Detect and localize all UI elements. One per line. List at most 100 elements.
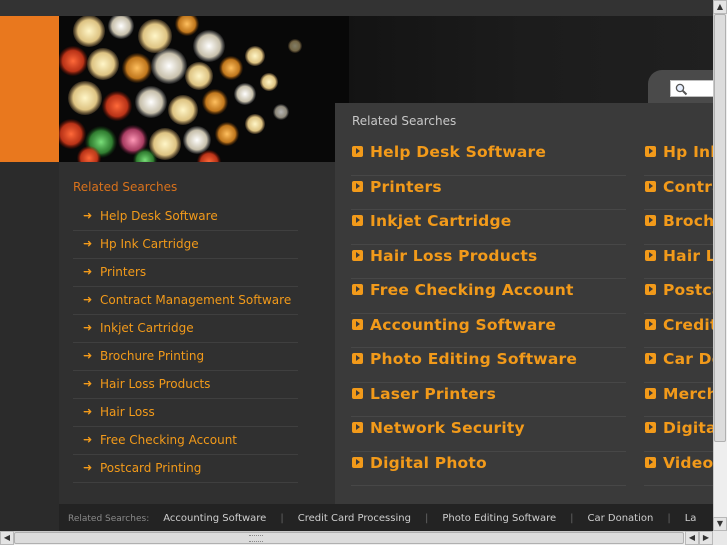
sidebar-item-label[interactable]: Inkjet Cartridge — [100, 321, 194, 335]
orange-square-arrow-icon — [352, 146, 363, 157]
orange-square-arrow-icon — [352, 387, 363, 399]
main-link[interactable]: Free Checking Account — [370, 279, 574, 301]
vertical-scroll-thumb[interactable] — [714, 14, 726, 442]
list-item[interactable]: Digital Photo — [351, 452, 626, 486]
sidebar-item[interactable]: ➜ Free Checking Account — [73, 427, 298, 455]
sidebar-item[interactable]: ➜ Help Desk Software — [73, 203, 298, 231]
list-item[interactable]: Printers — [351, 176, 626, 210]
footer-bar: Related Searches: Accounting Software | Cre… — [59, 504, 727, 532]
orange-square-arrow-icon — [645, 215, 656, 226]
orange-square-arrow-icon — [645, 387, 656, 399]
orange-square-arrow-icon — [352, 353, 363, 364]
arrow-right-icon: ➜ — [83, 349, 93, 362]
orange-square-arrow-icon — [352, 422, 363, 433]
main-link[interactable]: Photo Editing Software — [370, 348, 577, 370]
top-bar — [0, 0, 727, 16]
orange-square-arrow-icon — [352, 456, 363, 468]
horizontal-scroll-thumb[interactable] — [14, 532, 684, 544]
main-link[interactable]: Merch — [663, 383, 718, 405]
main-link[interactable]: Printers — [370, 176, 442, 198]
main-link[interactable]: Inkjet Cartridge — [370, 210, 512, 232]
list-item[interactable]: Accounting Software — [351, 314, 626, 348]
orange-square-arrow-icon — [645, 456, 656, 468]
main-link[interactable]: Accounting Software — [370, 314, 556, 336]
sidebar-item[interactable]: ➜ Hp Ink Cartridge — [73, 231, 298, 259]
arrow-right-icon: ➜ — [83, 433, 93, 446]
list-item[interactable]: Free Checking Account — [351, 279, 626, 314]
scroll-grip-icon — [249, 535, 263, 542]
main-link[interactable]: Laser Printers — [370, 383, 496, 405]
scroll-up-button[interactable]: ▲ — [713, 0, 727, 14]
main-links-column-1: Help Desk Software Printers Inkjet Cartr… — [351, 141, 626, 486]
arrow-right-icon: ➜ — [83, 461, 93, 474]
orange-square-arrow-icon — [645, 249, 656, 261]
orange-accent-block — [0, 16, 59, 162]
sidebar-item-label[interactable]: Hair Loss — [100, 405, 155, 419]
arrow-right-icon: ➜ — [83, 293, 93, 306]
main-link[interactable]: Hair Loss Products — [370, 245, 537, 267]
main-link[interactable]: Video — [663, 452, 713, 474]
footer-links: Related Searches: Accounting Software | Cre… — [68, 513, 696, 524]
scroll-right-button[interactable]: ▶ — [699, 531, 713, 545]
sidebar-item[interactable]: ➜ Inkjet Cartridge — [73, 315, 298, 343]
footer-separator: | — [570, 513, 574, 524]
orange-square-arrow-icon — [645, 146, 656, 157]
sidebar-item-label[interactable]: Help Desk Software — [100, 209, 218, 223]
sidebar-item-label[interactable]: Printers — [100, 265, 146, 279]
footer-link[interactable]: Credit Card Processing — [298, 513, 411, 524]
scrollbar-corner — [713, 531, 727, 545]
list-item[interactable]: Help Desk Software — [351, 141, 626, 176]
main-link[interactable]: Credit — [663, 314, 718, 336]
footer-link[interactable]: Photo Editing Software — [442, 513, 556, 524]
sidebar-list: ➜ Help Desk Software ➜ Hp Ink Cartridge ➜ P… — [73, 203, 298, 483]
sidebar-item[interactable]: ➜ Hair Loss Products — [73, 371, 298, 399]
list-item[interactable]: Laser Printers — [351, 383, 626, 417]
main-title: Related Searches — [352, 114, 457, 128]
sidebar-item-label[interactable]: Postcard Printing — [100, 461, 201, 475]
bokeh-lights-image — [59, 16, 349, 162]
main-link[interactable]: Digital Photo — [370, 452, 487, 474]
scroll-left-button[interactable]: ◀ — [0, 531, 14, 545]
sidebar-item[interactable]: ➜ Hair Loss — [73, 399, 298, 427]
sidebar-item-label[interactable]: Brochure Printing — [100, 349, 204, 363]
sidebar-item-label[interactable]: Contract Management Software — [100, 293, 291, 307]
arrow-right-icon: ➜ — [83, 377, 93, 390]
orange-square-arrow-icon — [645, 353, 656, 364]
sidebar-item[interactable]: ➜ Printers — [73, 259, 298, 287]
list-item[interactable]: Network Security — [351, 417, 626, 452]
sidebar-item[interactable]: ➜ Brochure Printing — [73, 343, 298, 371]
scroll-down-button[interactable]: ▼ — [713, 517, 727, 531]
orange-square-arrow-icon — [352, 215, 363, 226]
sidebar-item-label[interactable]: Hair Loss Products — [100, 377, 210, 391]
footer-link[interactable]: Accounting Software — [163, 513, 266, 524]
sidebar-item-label[interactable]: Hp Ink Cartridge — [100, 237, 199, 251]
arrow-right-icon: ➜ — [83, 265, 93, 278]
footer-separator: | — [667, 513, 671, 524]
footer-link[interactable]: La — [685, 513, 697, 524]
list-item[interactable]: Inkjet Cartridge — [351, 210, 626, 245]
footer-link[interactable]: Car Donation — [588, 513, 654, 524]
orange-square-arrow-icon — [645, 422, 656, 433]
footer-label: Related Searches: — [68, 514, 150, 524]
list-item[interactable]: Hair Loss Products — [351, 245, 626, 279]
orange-square-arrow-icon — [645, 284, 656, 295]
search-icon — [675, 83, 688, 96]
main-link[interactable]: Network Security — [370, 417, 525, 439]
arrow-right-icon: ➜ — [83, 321, 93, 334]
orange-square-arrow-icon — [645, 180, 656, 192]
scroll-right-left-button[interactable]: ◀ — [685, 531, 699, 545]
arrow-right-icon: ➜ — [83, 237, 93, 250]
orange-square-arrow-icon — [645, 318, 656, 330]
sidebar-item[interactable]: ➜ Postcard Printing — [73, 455, 298, 483]
sidebar-item[interactable]: ➜ Contract Management Software — [73, 287, 298, 315]
sidebar-title: Related Searches — [73, 180, 178, 194]
main-link[interactable]: Help Desk Software — [370, 141, 546, 163]
orange-square-arrow-icon — [352, 180, 363, 192]
arrow-right-icon: ➜ — [83, 405, 93, 418]
footer-separator: | — [424, 513, 429, 524]
left-strip — [0, 162, 59, 504]
sidebar-item-label[interactable]: Free Checking Account — [100, 433, 237, 447]
orange-square-arrow-icon — [352, 318, 363, 330]
list-item[interactable]: Photo Editing Software — [351, 348, 626, 383]
orange-square-arrow-icon — [352, 249, 363, 261]
